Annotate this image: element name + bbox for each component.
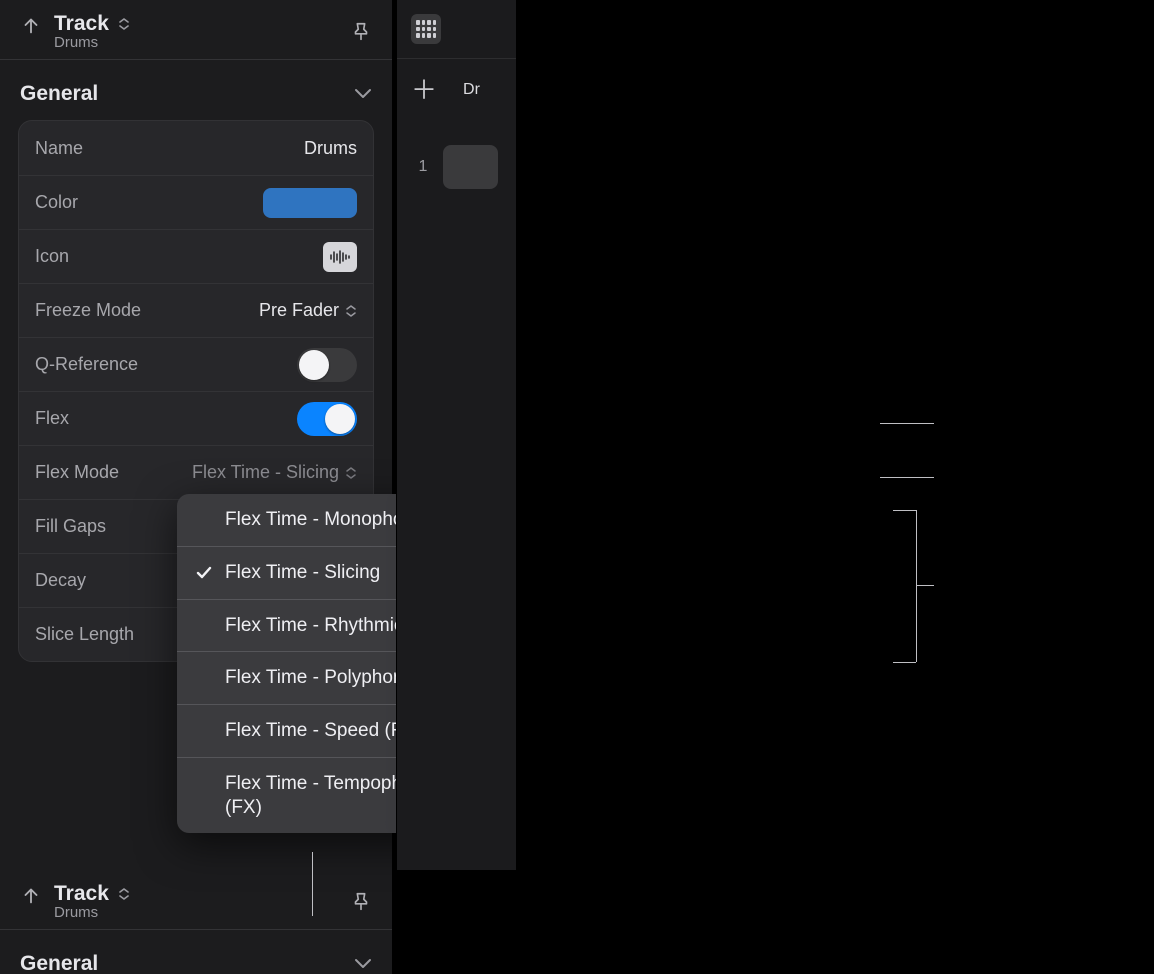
header-left: Track Drums <box>20 12 131 51</box>
track-inspector-right: Track Drums General Name Drums Color <box>0 870 392 974</box>
back-arrow-icon[interactable] <box>20 14 42 36</box>
track-icon-box[interactable] <box>323 242 357 272</box>
q-reference-toggle[interactable] <box>297 348 357 382</box>
menu-text: Flex Time - Rhythmic <box>225 614 403 638</box>
callout-line <box>916 510 917 662</box>
grid-icon <box>416 20 436 38</box>
label-flex: Flex <box>35 408 69 429</box>
callout-line <box>880 477 934 478</box>
track-header-chip[interactable]: 1 <box>405 139 508 195</box>
row-q-reference[interactable]: Q-Reference <box>19 337 373 391</box>
stage: Track Drums General Name Drums Color <box>0 0 1154 974</box>
value-flexmode-dim: Flex Time - Slicing <box>192 462 339 483</box>
tracks-toolbar: ＋ Dr 1 <box>396 0 516 870</box>
popup-sort-icon[interactable] <box>117 17 131 31</box>
header-title[interactable]: Track <box>54 882 109 906</box>
waveform-icon <box>329 250 351 264</box>
tracks-grid-button[interactable] <box>411 14 441 44</box>
pin-icon[interactable] <box>350 891 372 913</box>
callout-line <box>916 585 934 586</box>
row-flex-mode[interactable]: Flex Mode Flex Time - Slicing <box>19 445 373 499</box>
label-fillgaps: Fill Gaps <box>35 516 106 537</box>
toolbar-header-fragment: Dr <box>463 81 480 99</box>
color-swatch[interactable] <box>263 188 357 218</box>
chevron-down-icon <box>354 958 372 970</box>
freeze-mode-select[interactable]: Pre Fader <box>259 300 357 321</box>
section-header-general[interactable]: General <box>0 930 392 974</box>
track-chip-body[interactable] <box>443 145 498 189</box>
label-decay: Decay <box>35 570 86 591</box>
row-icon[interactable]: Icon <box>19 229 373 283</box>
menu-text: Flex Time - Polyphonic <box>225 666 417 690</box>
callout-line <box>893 662 916 663</box>
callout-line <box>893 510 916 511</box>
select-caret-icon <box>345 466 357 480</box>
value-name[interactable]: Drums <box>304 138 357 159</box>
flex-toggle[interactable] <box>297 402 357 436</box>
callout-line <box>880 423 934 424</box>
inspector-header: Track Drums <box>0 0 392 60</box>
flex-mode-select[interactable]: Flex Time - Slicing <box>192 462 357 483</box>
toolbar-top <box>397 0 516 59</box>
popup-sort-icon[interactable] <box>117 887 131 901</box>
label-name: Name <box>35 138 83 159</box>
menu-text: Flex Time - Slicing <box>225 561 380 585</box>
general-card: Name Drums Color Icon Freeze Mode Pre Fa… <box>18 120 374 662</box>
label-flexmode: Flex Mode <box>35 462 119 483</box>
section-title: General <box>20 952 98 974</box>
back-arrow-icon[interactable] <box>20 884 42 906</box>
value-freeze: Pre Fader <box>259 300 339 321</box>
track-number: 1 <box>413 158 433 176</box>
inspector-header: Track Drums <box>0 870 392 930</box>
label-slicelen: Slice Length <box>35 624 134 645</box>
label-color: Color <box>35 192 78 213</box>
track-inspector-left: Track Drums General Name Drums Color <box>0 0 392 870</box>
row-freeze-mode[interactable]: Freeze Mode Pre Fader <box>19 283 373 337</box>
header-left: Track Drums <box>20 882 131 921</box>
label-qref: Q-Reference <box>35 354 138 375</box>
row-name[interactable]: Name Drums <box>19 121 373 175</box>
row-color[interactable]: Color <box>19 175 373 229</box>
section-title: General <box>20 82 98 106</box>
chevron-down-icon <box>354 88 372 100</box>
pin-icon[interactable] <box>350 21 372 43</box>
select-caret-icon <box>345 304 357 318</box>
label-freeze: Freeze Mode <box>35 300 141 321</box>
label-icon: Icon <box>35 246 69 267</box>
callout-line <box>312 852 313 916</box>
menu-text: Flex Time - Speed (FX) <box>225 719 421 743</box>
header-subtitle: Drums <box>54 34 131 51</box>
section-header-general[interactable]: General <box>0 60 392 120</box>
header-title[interactable]: Track <box>54 12 109 36</box>
add-track-row: ＋ Dr <box>397 59 516 121</box>
plus-icon[interactable]: ＋ <box>411 77 437 103</box>
checkmark-icon <box>195 564 213 582</box>
row-flex[interactable]: Flex <box>19 391 373 445</box>
header-subtitle: Drums <box>54 904 131 921</box>
